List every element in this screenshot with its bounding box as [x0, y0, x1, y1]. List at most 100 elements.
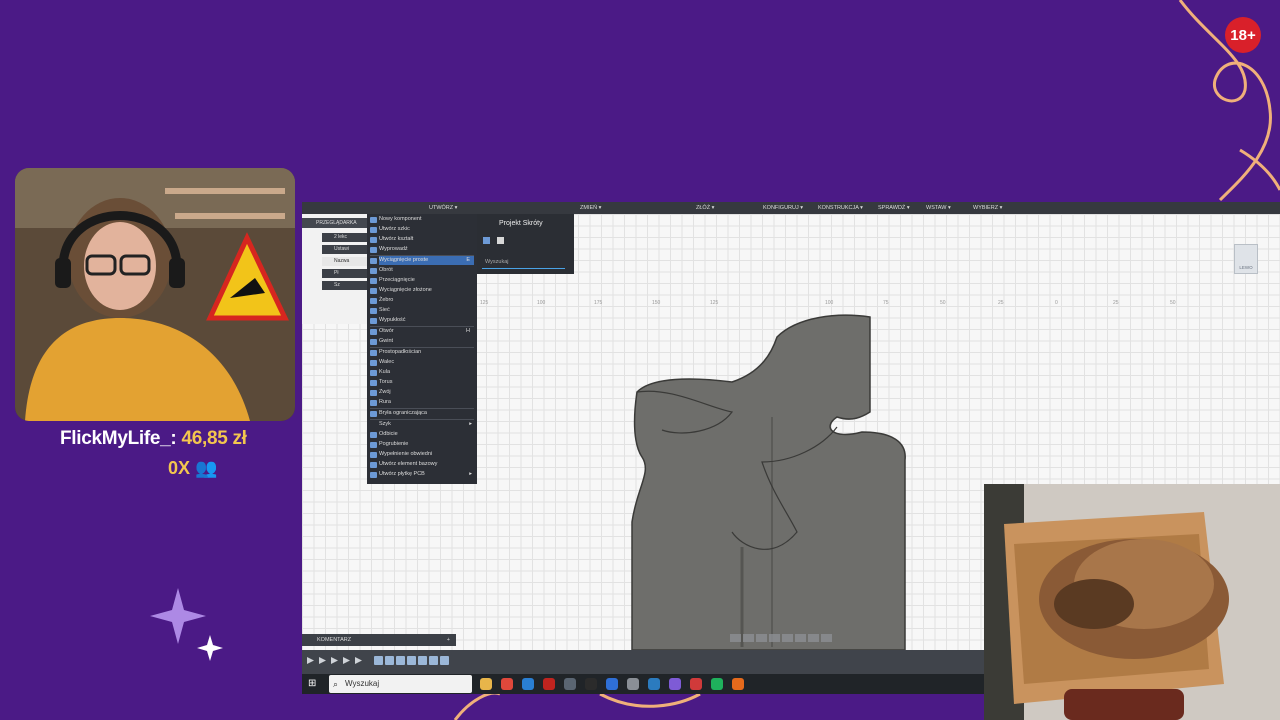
donor-amount: 46,85 zł — [181, 428, 247, 449]
taskbar-search-input[interactable]: ⌕ Wyszukaj — [329, 675, 472, 693]
age-badge: 18+ — [1225, 17, 1261, 53]
shortcuts-search-input[interactable]: Wyszukaj — [482, 257, 565, 269]
component-icon — [370, 217, 377, 223]
windows-start-icon[interactable]: ⊞ — [308, 679, 318, 689]
browser-panel: PRZEGLĄDARKA 2 lekc Ustawi Nazwa Pł Sz — [302, 214, 370, 324]
go-end-icon[interactable] — [355, 657, 362, 664]
menu-item[interactable]: Zwój — [379, 388, 391, 397]
menu-item[interactable]: Wyprowadź — [379, 245, 408, 254]
copy-icon[interactable] — [497, 237, 504, 244]
taskbar-app-icon[interactable] — [501, 678, 513, 690]
browser-row[interactable]: Pł — [322, 269, 370, 278]
menu-item[interactable]: Kula — [379, 368, 390, 377]
timeline-feature-icon[interactable] — [385, 656, 394, 665]
doc-icon[interactable] — [483, 237, 490, 244]
browser-row[interactable]: Ustawi — [322, 245, 370, 254]
menu-configure[interactable]: KONFIGURUJ ▾ — [763, 205, 803, 211]
menu-item[interactable]: Torus — [379, 378, 392, 387]
comment-bar[interactable]: KOMENTARZ + — [302, 634, 456, 646]
base-feature-icon — [370, 462, 377, 468]
pipe-icon — [370, 400, 377, 406]
bounding-solid-icon — [370, 411, 377, 417]
view-cube[interactable]: LEWO — [1234, 244, 1258, 274]
timeline-feature-icon[interactable] — [429, 656, 438, 665]
look-at-icon[interactable] — [743, 634, 754, 642]
display-settings-icon[interactable] — [795, 634, 806, 642]
timeline-feature-icon[interactable] — [440, 656, 449, 665]
browser-row[interactable]: Nazwa — [322, 257, 370, 266]
orbit-icon[interactable] — [730, 634, 741, 642]
taskbar-app-icon[interactable] — [669, 678, 681, 690]
taskbar-app-icon[interactable] — [606, 678, 618, 690]
menu-assemble[interactable]: ZŁÓŻ ▾ — [696, 205, 714, 211]
rib-icon — [370, 298, 377, 304]
menu-select[interactable]: WYBIERZ ▾ — [973, 205, 1002, 211]
menu-construct[interactable]: KONSTRUKCJA ▾ — [818, 205, 863, 211]
menu-item[interactable]: Wypukłość — [379, 316, 406, 325]
pan-icon[interactable] — [756, 634, 767, 642]
menu-item[interactable]: Obrót — [379, 266, 393, 275]
timeline-feature-icon[interactable] — [396, 656, 405, 665]
taskbar-app-icon[interactable] — [585, 678, 597, 690]
play-icon[interactable] — [331, 657, 338, 664]
menu-inspect[interactable]: SPRAWDŹ ▾ — [878, 205, 910, 211]
menu-insert[interactable]: WSTAW ▾ — [926, 205, 951, 211]
timeline-feature-icon[interactable] — [407, 656, 416, 665]
taskbar-app-icon[interactable] — [543, 678, 555, 690]
menu-item[interactable]: Nowy komponent — [379, 215, 422, 224]
menu-item[interactable]: Przeciągnięcie — [379, 276, 415, 285]
timeline-feature-icon[interactable] — [374, 656, 383, 665]
shortcuts-title: Projekt Skróty — [499, 220, 543, 227]
menu-item-pattern[interactable]: Szyk ▸ — [379, 420, 474, 429]
step-forward-icon[interactable] — [343, 657, 350, 664]
menu-item[interactable]: Prostopadłościan — [379, 348, 421, 357]
taskbar-app-icon[interactable] — [480, 678, 492, 690]
menu-item[interactable]: Utwórz szkic — [379, 225, 410, 234]
step-back-icon[interactable] — [319, 657, 326, 664]
sketch-icon — [370, 227, 377, 233]
menu-create[interactable]: UTWÓRZ ▾ — [429, 205, 457, 211]
go-start-icon[interactable] — [307, 657, 314, 664]
viewports-icon[interactable] — [821, 634, 832, 642]
thread-icon — [370, 339, 377, 345]
menu-item[interactable]: Wypełnienie obwiedni — [379, 450, 432, 459]
menu-modify[interactable]: ZMIEŃ ▾ — [580, 205, 601, 211]
taskbar-app-icon[interactable] — [732, 678, 744, 690]
viewer-counter: 0X 👥 — [168, 458, 217, 479]
add-comment-button[interactable]: + — [447, 634, 450, 646]
navigation-toolbar — [730, 632, 856, 644]
menu-item[interactable]: Pogrubienie — [379, 440, 408, 449]
menu-item-pcb[interactable]: Utwórz płytkę PCB ▸ — [379, 470, 474, 479]
taskbar-app-icon[interactable] — [564, 678, 576, 690]
menu-item[interactable]: Gwint — [379, 337, 393, 346]
menu-item[interactable]: Utwórz element bazowy — [379, 460, 437, 469]
browser-row[interactable]: Sz — [322, 281, 370, 290]
grid-settings-icon[interactable] — [808, 634, 819, 642]
revolve-icon — [370, 268, 377, 274]
webcam-feed — [15, 168, 295, 421]
menu-item[interactable]: Utwórz kształt — [379, 235, 413, 244]
donor-line: FlickMyLife_: 46,85 zł — [60, 428, 247, 450]
menu-item[interactable]: Wyciągnięcie złożone — [379, 286, 432, 295]
menu-item[interactable]: Sieć — [379, 306, 390, 315]
taskbar-app-icon[interactable] — [627, 678, 639, 690]
derive-icon — [370, 247, 377, 253]
cat-image — [984, 484, 1280, 720]
browser-row[interactable]: 2 lekc — [322, 233, 370, 242]
menu-item[interactable]: Odbicie — [379, 430, 398, 439]
taskbar-app-icon[interactable] — [648, 678, 660, 690]
menu-item-hole[interactable]: Otwór H — [379, 327, 474, 336]
menu-item[interactable]: Bryła ograniczająca — [379, 409, 427, 418]
menu-item-extrude[interactable]: Wyciągnięcie proste E — [379, 256, 474, 265]
menu-item[interactable]: Walec — [379, 358, 394, 367]
menu-item[interactable]: Rura — [379, 398, 391, 407]
fit-icon[interactable] — [782, 634, 793, 642]
timeline-feature-icon[interactable] — [418, 656, 427, 665]
taskbar-app-icon[interactable] — [711, 678, 723, 690]
menu-item[interactable]: Żebro — [379, 296, 393, 305]
taskbar-app-icon[interactable] — [522, 678, 534, 690]
browser-title: PRZEGLĄDARKA — [302, 218, 370, 228]
taskbar-app-icon[interactable] — [690, 678, 702, 690]
zoom-icon[interactable] — [769, 634, 780, 642]
boundary-fill-icon — [370, 452, 377, 458]
